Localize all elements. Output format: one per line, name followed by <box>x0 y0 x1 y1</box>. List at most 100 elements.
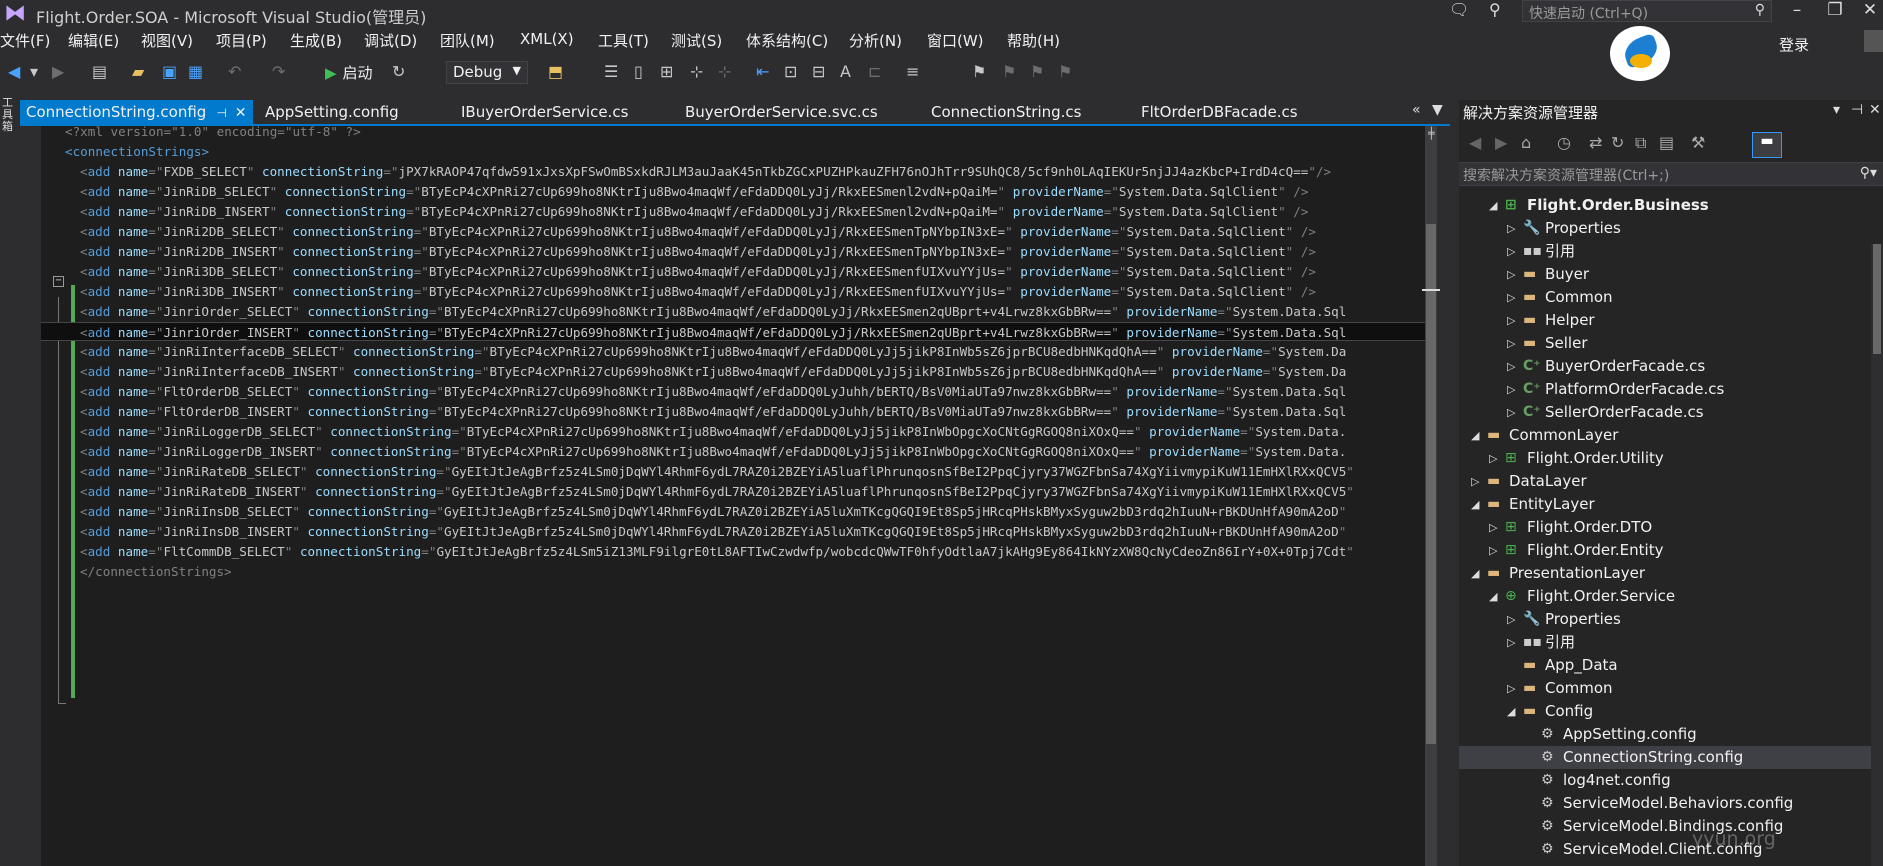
tab-ibuyerorderservice[interactable]: IBuyerOrderService.cs <box>461 100 628 124</box>
close-button[interactable]: ✕ <box>1853 0 1883 20</box>
tree-item[interactable]: ▷ ▬ Buyer <box>1459 263 1883 286</box>
expanded-arrow-icon[interactable]: ◢ <box>1471 493 1479 516</box>
list-icon[interactable]: ☰ <box>604 62 618 81</box>
tree-item[interactable]: ◢ ▬ CommonLayer <box>1459 424 1883 447</box>
structure-icon[interactable]: ⊹ <box>718 62 731 81</box>
diagram-icon[interactable]: ⊹ <box>690 62 703 81</box>
font-icon[interactable]: A <box>840 62 851 81</box>
comment-icon[interactable]: ≡ <box>906 62 919 81</box>
format-icon[interactable]: ⊏ <box>868 62 881 81</box>
back-dropdown-icon[interactable]: ▾ <box>30 62 38 81</box>
tab-dropdown-icon[interactable]: ▼ <box>1432 102 1443 118</box>
brackets-icon[interactable]: ⊡ <box>784 62 797 81</box>
restore-button[interactable]: ❐ <box>1818 0 1852 20</box>
history-icon[interactable]: ◷ <box>1557 133 1571 152</box>
start-debugging-button[interactable]: ▶ 启动 <box>325 62 373 83</box>
code-line[interactable]: <add name="JinRiDB_INSERT" connectionStr… <box>80 202 1308 221</box>
collapsed-arrow-icon[interactable]: ▷ <box>1489 539 1497 562</box>
split-editor-icon[interactable]: ╪ <box>1428 127 1435 140</box>
code-line[interactable]: <add name="JinriOrder_SELECT" connection… <box>80 302 1346 321</box>
collapsed-arrow-icon[interactable]: ▷ <box>1507 378 1515 401</box>
scroll-tabs-left-icon[interactable]: « <box>1412 102 1421 118</box>
scrollbar-thumb[interactable] <box>1873 244 1881 354</box>
properties-icon[interactable]: ⚒ <box>1691 133 1705 152</box>
tab-buyerorderservice-svc[interactable]: BuyerOrderService.svc.cs <box>685 100 878 124</box>
scrollbar-thumb[interactable] <box>1426 224 1436 744</box>
menu-debug[interactable]: 调试(D) <box>364 30 417 51</box>
save-icon[interactable]: ▣ <box>162 62 177 81</box>
clear-bookmarks-icon[interactable]: ⚑ <box>1058 62 1072 81</box>
code-line[interactable]: <add name="JinRi3DB_SELECT" connectionSt… <box>80 262 1316 281</box>
menu-window[interactable]: 窗口(W) <box>927 30 984 51</box>
collapsed-arrow-icon[interactable]: ▷ <box>1507 631 1515 654</box>
feedback-icon[interactable]: ⚲ <box>1489 0 1501 19</box>
tree-item[interactable]: ◢ ▬ PresentationLayer <box>1459 562 1883 585</box>
toolbox-strip[interactable]: 工具箱 <box>0 97 15 866</box>
code-line[interactable]: <add name="JinRiLoggerDB_SELECT" connect… <box>80 422 1346 441</box>
collapsed-arrow-icon[interactable]: ▷ <box>1507 401 1515 424</box>
expanded-arrow-icon[interactable]: ◢ <box>1507 700 1515 723</box>
refresh-icon[interactable]: ↻ <box>392 62 405 81</box>
expanded-arrow-icon[interactable]: ◢ <box>1489 585 1497 608</box>
menu-project[interactable]: 项目(P) <box>216 30 267 51</box>
collapsed-arrow-icon[interactable]: ▷ <box>1507 240 1515 263</box>
collapsed-arrow-icon[interactable]: ▷ <box>1489 447 1497 470</box>
code-line[interactable]: <add name="JinRiInterfaceDB_SELECT" conn… <box>80 342 1346 361</box>
code-line[interactable]: <add name="JinRiInsDB_INSERT" connection… <box>80 522 1346 541</box>
code-line[interactable]: <add name="JinRiLoggerDB_INSERT" connect… <box>80 442 1346 461</box>
tab-connectionstring-config[interactable]: ConnectionString.config ⊣ ✕ <box>20 100 253 124</box>
code-line[interactable]: <add name="JinRi2DB_INSERT" connectionSt… <box>80 242 1316 261</box>
connection-strings-open-line[interactable]: <connectionStrings> <box>65 142 209 161</box>
tree-item[interactable]: ▷ ▪▪ 引用 <box>1459 631 1883 654</box>
code-line[interactable]: <add name="FXDB_SELECT" connectionString… <box>80 162 1331 181</box>
menu-tools[interactable]: 工具(T) <box>598 30 649 51</box>
code-line[interactable]: <add name="JinRiRateDB_SELECT" connectio… <box>80 462 1354 481</box>
collapsed-arrow-icon[interactable]: ▷ <box>1507 286 1515 309</box>
code-line[interactable]: <add name="JinriOrder_INSERT" connection… <box>41 322 1437 341</box>
prev-bookmark-icon[interactable]: ⚑ <box>1002 62 1016 81</box>
home-icon[interactable]: ⌂ <box>1521 133 1531 152</box>
class-view-icon[interactable]: ⊞ <box>660 62 673 81</box>
tab-connectionstring-cs[interactable]: ConnectionString.cs <box>931 100 1081 124</box>
menu-build[interactable]: 生成(B) <box>290 30 342 51</box>
collapsed-arrow-icon[interactable]: ▷ <box>1507 355 1515 378</box>
document-icon[interactable]: ▯ <box>634 62 643 81</box>
menu-view[interactable]: 视图(V) <box>141 30 193 51</box>
tree-item[interactable]: ◢ ▬ Config <box>1459 700 1883 723</box>
tab-appsetting-config[interactable]: AppSetting.config <box>265 100 399 124</box>
sync-icon[interactable]: ⇄ <box>1589 133 1602 152</box>
notification-icon[interactable]: 🗨 <box>1449 0 1469 19</box>
solution-search-input[interactable]: 搜索解决方案资源管理器(Ctrl+;) ⚲▾ <box>1459 162 1883 186</box>
tree-item[interactable]: ▷ ⊞ Flight.Order.Entity <box>1459 539 1883 562</box>
code-line[interactable]: <add name="JinRi3DB_INSERT" connectionSt… <box>80 282 1316 301</box>
close-tab-icon[interactable]: ✕ <box>235 105 247 121</box>
show-all-files-icon[interactable]: ▤ <box>1659 133 1674 152</box>
code-line[interactable]: <add name="FltCommDB_SELECT" connectionS… <box>80 542 1354 561</box>
code-line[interactable]: <add name="JinRiInterfaceDB_INSERT" conn… <box>80 362 1346 381</box>
tree-item[interactable]: ▷ ▪▪ 引用 <box>1459 240 1883 263</box>
code-line[interactable]: <add name="JinRi2DB_SELECT" connectionSt… <box>80 222 1316 241</box>
collapsed-arrow-icon[interactable]: ▷ <box>1507 332 1515 355</box>
collapsed-arrow-icon[interactable]: ▷ <box>1507 263 1515 286</box>
solution-config-icon[interactable]: ⬒ <box>548 62 563 81</box>
tab-fltorderdbfacade[interactable]: FltOrderDBFacade.cs <box>1141 100 1298 124</box>
tree-item[interactable]: ◢ ▬ EntityLayer <box>1459 493 1883 516</box>
new-project-icon[interactable]: ▤ <box>92 62 107 81</box>
code-line[interactable]: <add name="JinRiInsDB_SELECT" connection… <box>80 502 1346 521</box>
tree-item[interactable]: ▷ C⁺ PlatformOrderFacade.cs <box>1459 378 1883 401</box>
panel-pin-icon[interactable]: ⊣ <box>1851 102 1863 118</box>
navigate-back-icon[interactable]: ◀ <box>8 62 20 81</box>
user-avatar-icon[interactable] <box>1864 30 1883 52</box>
expanded-arrow-icon[interactable]: ◢ <box>1471 424 1479 447</box>
pin-icon[interactable]: ⊣ <box>216 106 226 120</box>
save-all-icon[interactable]: ▦ <box>188 62 203 81</box>
tree-item[interactable]: ▷ ▬ DataLayer <box>1459 470 1883 493</box>
tree-item[interactable]: ▷ 🔧 Properties <box>1459 608 1883 631</box>
collapsed-arrow-icon[interactable]: ▷ <box>1507 677 1515 700</box>
redo-icon[interactable]: ↷ <box>272 62 285 81</box>
tree-item[interactable]: ⚙ ServiceModel.Client.config <box>1459 838 1883 861</box>
rename-icon[interactable]: ⊟ <box>812 62 825 81</box>
expanded-arrow-icon[interactable]: ◢ <box>1489 194 1497 217</box>
code-line[interactable]: <add name="FltOrderDB_INSERT" connection… <box>80 402 1346 421</box>
panel-dropdown-icon[interactable]: ▾ <box>1833 102 1840 118</box>
